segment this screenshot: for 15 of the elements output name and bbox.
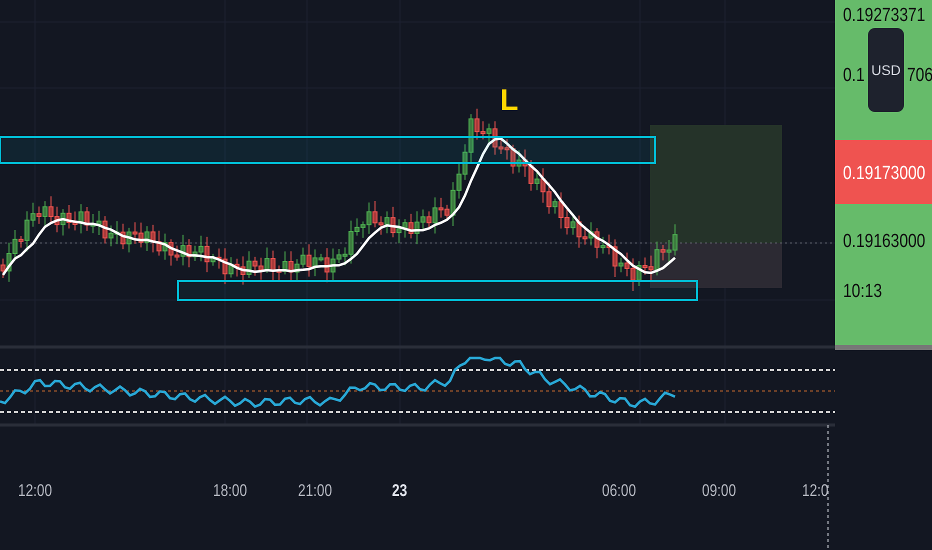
marker-label: L (500, 86, 518, 116)
price-label: 0.19273371 (843, 4, 926, 28)
time-label: 09:00 (702, 480, 736, 502)
time-label: 12:0 (802, 480, 828, 502)
price-label: 10:13 (843, 280, 882, 304)
time-label: 18:00 (213, 480, 248, 502)
time-label: 21:00 (298, 480, 332, 502)
price-label: 706 (907, 64, 932, 88)
time-label: 12:00 (18, 480, 52, 502)
price-label: 0.19163000 (843, 230, 926, 254)
current-price-tag: 0.19173000 (835, 140, 932, 204)
time-label: 06:00 (602, 480, 636, 502)
currency-button[interactable]: USD (868, 28, 904, 112)
time-label: 23 (392, 480, 408, 502)
price-label: 0.1 (843, 64, 865, 88)
